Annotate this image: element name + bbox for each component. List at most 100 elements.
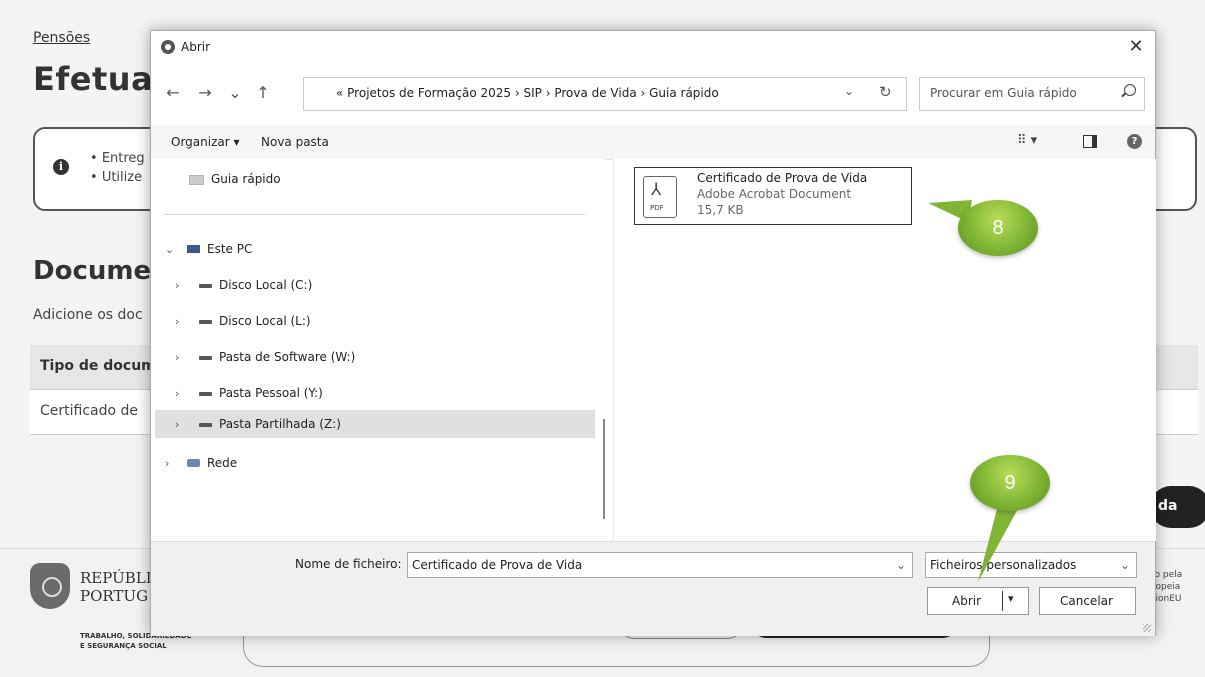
submit-button[interactable]: da (1150, 486, 1205, 528)
page-title: Efetua (33, 60, 154, 98)
recent-locations-icon[interactable]: ⌄ (223, 81, 247, 105)
section-title: Docume (33, 256, 152, 286)
split-divider (1002, 591, 1003, 611)
folder-icon (189, 175, 204, 185)
breadcrumb-pensoes[interactable]: Pensões (33, 30, 90, 46)
refresh-icon[interactable]: ↻ (879, 83, 892, 101)
chevron-down-icon[interactable]: ⌄ (1120, 558, 1130, 572)
info-bullet: Utilize (90, 168, 145, 187)
pdf-file-icon: ⅄ PDF (643, 176, 677, 218)
new-folder-button[interactable]: Nova pasta (261, 135, 329, 149)
filename-field[interactable]: Certificado de Prova de Vida ⌄ (407, 552, 913, 578)
nav-item-drive-l[interactable]: › Disco Local (L:) (165, 307, 605, 335)
callout-8: 8 (958, 200, 1038, 256)
chevron-right-icon[interactable]: › (175, 351, 179, 364)
info-icon: i (53, 159, 69, 175)
search-icon[interactable] (1124, 84, 1136, 96)
help-icon[interactable]: ? (1127, 134, 1142, 149)
chevron-down-icon[interactable]: ⌄ (165, 243, 174, 256)
navigation-bar: ← → ⌄ ↑ « Projetos de Formação 2025 › SI… (151, 65, 1155, 125)
nav-item-label: Disco Local (C:) (219, 278, 313, 292)
nav-scrollbar[interactable] (603, 419, 605, 519)
command-bar: Organizar ▾ Nova pasta ⠿ ▾ ? (151, 125, 1155, 160)
cancel-button-label: Cancelar (1060, 594, 1113, 608)
info-bullet: Entreg (90, 149, 145, 168)
chevron-down-icon[interactable]: ⌄ (844, 84, 854, 98)
search-input[interactable]: Procurar em Guia rápido (930, 86, 1077, 100)
table-header-cell: Tipo de docum (40, 358, 156, 374)
chevron-right-icon[interactable]: › (175, 418, 179, 431)
open-file-dialog: Abrir ✕ ← → ⌄ ↑ « Projetos de Formação 2… (150, 30, 1156, 636)
search-box[interactable]: Procurar em Guia rápido (919, 77, 1145, 111)
file-list: ⅄ PDF Certificado de Prova de Vida Adobe… (613, 159, 1156, 541)
view-options-icon[interactable]: ⠿ ▾ (1017, 133, 1037, 148)
back-arrow-icon[interactable]: ← (161, 81, 185, 105)
nav-separator (163, 214, 585, 215)
drive-icon (199, 392, 212, 396)
nav-item-label: Pasta de Software (W:) (219, 350, 356, 364)
info-bullets: Entreg Utilize (90, 149, 145, 187)
chevron-right-icon[interactable]: › (175, 315, 179, 328)
nav-item-label: Guia rápido (211, 172, 281, 186)
pdf-icon-label: PDF (650, 204, 664, 212)
callout-8-label: 8 (992, 217, 1004, 239)
eu-line2: ropeia (1152, 582, 1181, 592)
nav-item-drive-z[interactable]: › Pasta Partilhada (Z:) (155, 410, 595, 438)
nav-item-label: Disco Local (L:) (219, 314, 311, 328)
close-icon[interactable]: ✕ (1125, 35, 1147, 59)
dialog-title: Abrir (181, 40, 211, 54)
eu-line1: lo pela (1152, 570, 1183, 580)
nav-item-label: Este PC (207, 242, 253, 256)
submit-button-label: da (1158, 498, 1178, 514)
nav-item-rede[interactable]: › Rede (165, 449, 605, 477)
chevron-right-icon[interactable]: › (175, 387, 179, 400)
forward-arrow-icon[interactable]: → (193, 81, 217, 105)
nav-item-drive-w[interactable]: › Pasta de Software (W:) (165, 343, 605, 371)
dialog-footer: Nome de ficheiro: Certificado de Prova d… (151, 541, 1155, 636)
dialog-titlebar: Abrir ✕ (151, 31, 1155, 65)
eu-line3: tionEU (1152, 594, 1182, 604)
chrome-app-icon (161, 40, 175, 54)
file-type: Adobe Acrobat Document (697, 187, 852, 201)
nav-item-drive-y[interactable]: › Pasta Pessoal (Y:) (165, 379, 605, 407)
filename-value[interactable]: Certificado de Prova de Vida (412, 558, 582, 572)
nav-item-este-pc[interactable]: ⌄ Este PC (165, 235, 605, 263)
open-button-label: Abrir (952, 594, 982, 608)
acrobat-symbol-icon: ⅄ (651, 180, 662, 200)
nav-item-drive-c[interactable]: › Disco Local (C:) (165, 271, 605, 299)
chevron-down-icon[interactable]: ⌄ (896, 558, 906, 572)
drive-icon (199, 320, 212, 324)
navigation-pane: Guia rápido ⌄ Este PC › Disco Local (C:)… (151, 159, 605, 541)
republic-emblem-icon (30, 563, 70, 609)
filetype-value[interactable]: Ficheiros personalizados (930, 558, 1076, 572)
filename-label: Nome de ficheiro: (295, 557, 402, 571)
nav-item-label: Pasta Pessoal (Y:) (219, 386, 323, 400)
resize-grip-icon[interactable] (1143, 624, 1151, 632)
drive-icon (199, 284, 212, 288)
open-options-arrow-icon[interactable]: ▾ (1008, 592, 1014, 605)
ministry-line2: E SEGURANÇA SOCIAL (80, 642, 167, 650)
table-cell: Certificado de (40, 403, 139, 419)
nav-item-label: Pasta Partilhada (Z:) (219, 417, 341, 431)
drive-icon (199, 423, 212, 427)
chevron-right-icon[interactable]: › (165, 457, 169, 470)
callout-9-label: 9 (1004, 472, 1016, 494)
republic-line1: REPÚBLI (80, 569, 152, 587)
cancel-button[interactable]: Cancelar (1039, 587, 1136, 615)
section-subtitle: Adicione os doc (33, 307, 143, 323)
open-button[interactable]: Abrir ▾ (927, 587, 1029, 615)
organize-menu[interactable]: Organizar ▾ (171, 135, 240, 149)
address-path[interactable]: « Projetos de Formação 2025 › SIP › Prov… (336, 86, 719, 100)
computer-icon (187, 245, 200, 253)
file-size: 15,7 KB (697, 203, 744, 217)
callout-9: 9 (970, 455, 1050, 511)
nav-item-guia-rapido[interactable]: Guia rápido (165, 165, 605, 193)
republic-line2: PORTUG (80, 587, 149, 605)
republic-logo-text: REPÚBLI PORTUG (80, 569, 152, 605)
file-item-certificado[interactable]: ⅄ PDF Certificado de Prova de Vida Adobe… (634, 167, 912, 225)
up-arrow-icon[interactable]: ↑ (251, 81, 275, 105)
filetype-select[interactable]: Ficheiros personalizados ⌄ (925, 552, 1137, 578)
chevron-right-icon[interactable]: › (175, 279, 179, 292)
address-bar[interactable]: « Projetos de Formação 2025 › SIP › Prov… (303, 77, 907, 111)
preview-pane-icon[interactable] (1083, 135, 1097, 148)
